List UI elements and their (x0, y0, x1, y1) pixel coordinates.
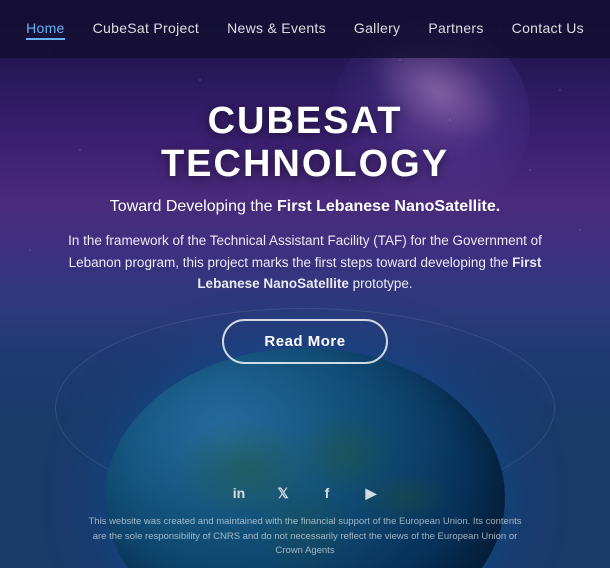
read-more-button[interactable]: Read More (222, 319, 387, 364)
nav-item-gallery[interactable]: Gallery (354, 20, 400, 38)
nav-link[interactable]: CubeSat Project (93, 20, 199, 36)
social-icons-container: in 𝕏f ▶ (225, 479, 385, 507)
nav-link[interactable]: Home (26, 20, 65, 40)
hero-subtitle-plain: Toward Developing the (110, 198, 277, 215)
page-wrapper: Home CubeSat Project News & Events Gallery P… (0, 0, 610, 568)
nav-item-contact-us[interactable]: Contact Us (512, 20, 584, 38)
footer-text: This website was created and maintained … (65, 515, 545, 558)
navbar: Home CubeSat Project News & Events Gallery P… (0, 0, 610, 58)
twitter-icon[interactable]: 𝕏 (269, 479, 297, 507)
nav-item-cubesat-project[interactable]: CubeSat Project (93, 20, 199, 38)
nav-links: Home CubeSat Project News & Events Gallery P… (26, 20, 584, 38)
hero-subtitle-bold: First Lebanese NanoSatellite. (277, 198, 500, 215)
hero-desc-plain1: In the framework of the Technical Assist… (68, 233, 542, 270)
hero-subtitle: Toward Developing the First Lebanese Nan… (110, 198, 500, 216)
hero-description: In the framework of the Technical Assist… (60, 230, 550, 295)
nav-link[interactable]: Partners (428, 20, 483, 36)
nav-item-home[interactable]: Home (26, 20, 65, 38)
nav-item-partners[interactable]: Partners (428, 20, 483, 38)
facebook-icon[interactable]: f (313, 479, 341, 507)
nav-link[interactable]: Contact Us (512, 20, 584, 36)
hero-section: CUBESAT TECHNOLOGY Toward Developing the… (0, 100, 610, 364)
nav-link[interactable]: Gallery (354, 20, 400, 36)
nav-link[interactable]: News & Events (227, 20, 326, 36)
nav-item-news-&-events[interactable]: News & Events (227, 20, 326, 38)
footer: in𝕏f▶ This website was created and maint… (0, 488, 610, 568)
hero-desc-plain2: prototype. (349, 276, 413, 291)
hero-title: CUBESAT TECHNOLOGY (60, 100, 550, 186)
youtube-icon[interactable]: ▶ (357, 479, 385, 507)
linkedin-icon[interactable]: in (225, 479, 253, 507)
